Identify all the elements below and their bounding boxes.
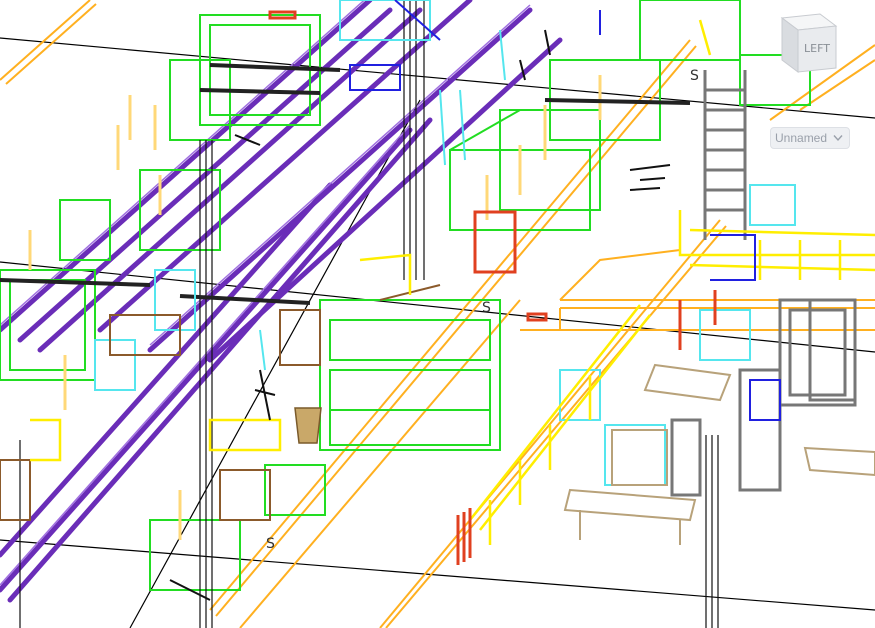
named-view-dropdown[interactable]: Unnamed <box>770 127 851 149</box>
tan-furniture <box>563 363 875 545</box>
factory-3d-scene[interactable]: S S S <box>0 0 875 628</box>
floor-marker-s: S <box>482 300 491 316</box>
viewcube-icon: LEFT <box>780 13 838 73</box>
viewcube[interactable]: LEFT <box>776 10 842 76</box>
green-racks <box>0 0 811 591</box>
chevron-down-icon <box>833 135 843 142</box>
3d-viewport[interactable]: S S S LEFT Unnamed <box>0 0 875 628</box>
named-view-value: Unnamed <box>775 131 828 145</box>
floor-marker-s: S <box>266 536 275 552</box>
wastebasket <box>294 407 322 444</box>
floor-marker-s: S <box>690 68 699 84</box>
viewcube-face-label: LEFT <box>804 42 830 55</box>
